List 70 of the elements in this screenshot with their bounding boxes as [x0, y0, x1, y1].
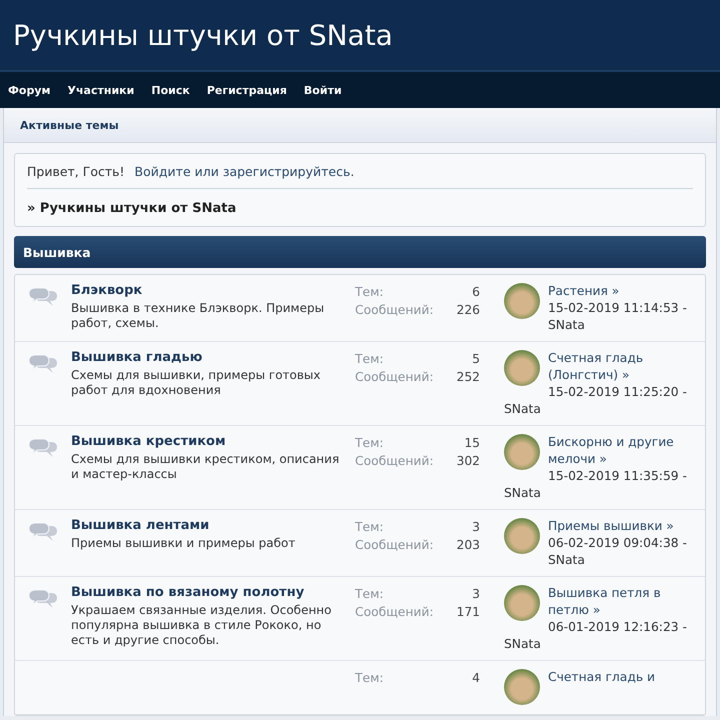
- posts-count: 252: [456, 369, 480, 386]
- avatar-circle: [504, 434, 540, 470]
- board-title-link[interactable]: Блэкворк: [71, 283, 347, 298]
- topics-count: 15: [464, 435, 480, 452]
- topics-count: 3: [472, 519, 480, 536]
- nav-link[interactable]: Войти: [304, 84, 342, 96]
- posts-count: 302: [456, 453, 480, 470]
- active-topics-link[interactable]: Активные темы: [20, 118, 119, 132]
- posts-label: Сообщений:: [355, 369, 434, 386]
- last-post-author: SNata: [504, 401, 542, 418]
- topics-count: 6: [472, 284, 480, 301]
- last-post-link[interactable]: Вышивка петля в петлю »: [504, 585, 687, 619]
- speech-bubbles-icon: [28, 287, 58, 309]
- board-description: Вышивка в технике Блэкворк. Примеры работ, схемы.: [71, 301, 326, 331]
- board-title-link[interactable]: Вышивка по вязаному полотну: [71, 585, 347, 600]
- board-title-link[interactable]: Вышивка гладью: [71, 350, 347, 365]
- category-title: Вышивка: [23, 244, 91, 260]
- nav-link[interactable]: Поиск: [151, 84, 190, 96]
- board-title-link[interactable]: Вышивка крестиком: [71, 434, 347, 449]
- topics-count: 3: [472, 586, 480, 603]
- last-post-author: SNata: [504, 485, 542, 502]
- posts-label: Сообщений:: [355, 537, 434, 554]
- board-description: Приемы вышивки и примеры работ: [71, 536, 296, 551]
- last-post-date: 06-01-2019 12:16:23 -: [547, 619, 687, 636]
- avatar-circle: [504, 283, 540, 319]
- last-post-date: 15-02-2019 11:14:53 -: [547, 300, 687, 317]
- speech-bubbles-icon: [28, 354, 58, 376]
- last-post-link[interactable]: Счетная гладь (Лонгстич) »: [504, 350, 687, 384]
- last-post-link[interactable]: Растения »: [504, 283, 687, 300]
- last-post-date: 15-02-2019 11:25:20 -: [547, 384, 687, 401]
- board-description: Украшаем связанные изделия. Особенно популярна вышивка в стиле Рококо, но есть и другие способы.: [71, 603, 332, 648]
- posts-count: 203: [456, 537, 480, 554]
- topics-count: 5: [472, 351, 480, 368]
- last-post-author: SNata: [547, 552, 586, 569]
- posts-count: 171: [456, 604, 480, 621]
- topics-count: 4: [472, 670, 480, 687]
- board-description: Схемы для вышивки, примеры готовых работ для вдохновения: [71, 368, 322, 398]
- topics-label: Тем:: [355, 435, 384, 452]
- nav-link[interactable]: Участники: [68, 84, 134, 96]
- topics-label: Тем:: [355, 670, 384, 687]
- nav-link[interactable]: Регистрация: [206, 84, 287, 96]
- board-description: Схемы для вышивки крестиком, описания и мастер-классы: [71, 452, 340, 482]
- avatar-circle: [504, 669, 540, 705]
- greeting-text: Привет, Гость!: [27, 164, 125, 179]
- avatar-circle: [504, 350, 540, 386]
- last-post-author: SNata: [547, 317, 586, 334]
- avatar-circle: [504, 518, 540, 554]
- last-post-link[interactable]: Бискорню и другие мелочи »: [504, 434, 687, 468]
- posts-label: Сообщений:: [355, 604, 434, 621]
- last-post-date: 15-02-2019 11:35:59 -: [547, 468, 687, 485]
- last-post-author: SNata: [504, 636, 542, 653]
- last-post-link[interactable]: Счетная гладь и: [504, 669, 687, 686]
- login-link[interactable]: Войдите или зарегистрируйтесь.: [134, 164, 354, 179]
- topics-label: Тем:: [355, 284, 384, 301]
- speech-bubbles-icon: [28, 522, 58, 544]
- speech-bubbles-icon: [28, 438, 58, 460]
- last-post-link[interactable]: Приемы вышивки »: [504, 518, 687, 535]
- breadcrumb[interactable]: » Ручкины штучки от SNata: [27, 189, 693, 216]
- board-title-link[interactable]: Вышивка лентами: [71, 518, 347, 533]
- nav-link[interactable]: Форум: [8, 84, 51, 96]
- speech-bubbles-icon: [28, 589, 58, 611]
- posts-count: 226: [456, 302, 480, 319]
- topics-label: Тем:: [355, 519, 384, 536]
- last-post-date: 06-02-2019 09:04:38 -: [547, 535, 687, 552]
- posts-label: Сообщений:: [355, 453, 434, 470]
- topics-label: Тем:: [355, 586, 384, 603]
- topics-label: Тем:: [355, 351, 384, 368]
- site-title: Ручкины штучки от SNata: [13, 18, 393, 52]
- avatar-circle: [504, 585, 540, 621]
- posts-label: Сообщений:: [355, 302, 434, 319]
